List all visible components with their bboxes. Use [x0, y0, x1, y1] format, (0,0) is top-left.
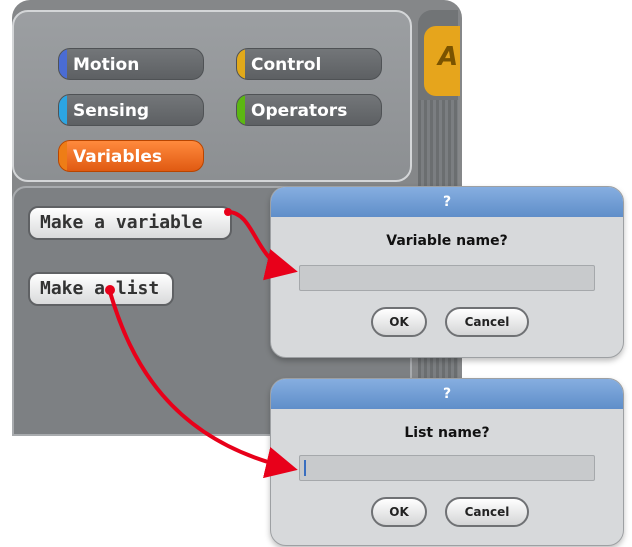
category-label: Sensing: [73, 101, 150, 121]
sprite-tab[interactable]: A: [424, 26, 460, 96]
category-label: Control: [251, 55, 322, 75]
category-color-strip: [59, 95, 67, 125]
text-caret: [304, 460, 306, 476]
category-color-strip: [237, 95, 245, 125]
category-label: Operators: [251, 101, 348, 121]
category-color-strip: [59, 49, 67, 79]
list-name-input[interactable]: [299, 455, 595, 481]
category-color-strip: [237, 49, 245, 79]
dialog-title-bar[interactable]: ?: [271, 379, 623, 409]
sprite-tab-glyph: A: [438, 42, 459, 72]
ok-button[interactable]: OK: [371, 497, 427, 527]
cancel-button[interactable]: Cancel: [445, 307, 529, 337]
dialog-title-bar[interactable]: ?: [271, 187, 623, 217]
ok-button[interactable]: OK: [371, 307, 427, 337]
variable-name-input[interactable]: [299, 265, 595, 291]
category-variables-button[interactable]: Variables: [58, 140, 204, 172]
category-motion-button[interactable]: Motion: [58, 48, 204, 80]
category-color-strip: [59, 141, 67, 171]
cancel-button[interactable]: Cancel: [445, 497, 529, 527]
category-palette: Motion Control Sensing Operators Variabl…: [12, 10, 412, 182]
make-list-button[interactable]: Make a list: [28, 272, 174, 306]
make-variable-button[interactable]: Make a variable: [28, 206, 232, 240]
category-label: Motion: [73, 55, 140, 75]
variable-name-dialog: ? Variable name? OK Cancel: [270, 186, 624, 358]
category-control-button[interactable]: Control: [236, 48, 382, 80]
category-label: Variables: [73, 147, 163, 167]
category-operators-button[interactable]: Operators: [236, 94, 382, 126]
dialog-prompt: List name?: [404, 425, 490, 441]
category-sensing-button[interactable]: Sensing: [58, 94, 204, 126]
list-name-dialog: ? List name? OK Cancel: [270, 378, 624, 546]
dialog-prompt: Variable name?: [386, 233, 508, 249]
